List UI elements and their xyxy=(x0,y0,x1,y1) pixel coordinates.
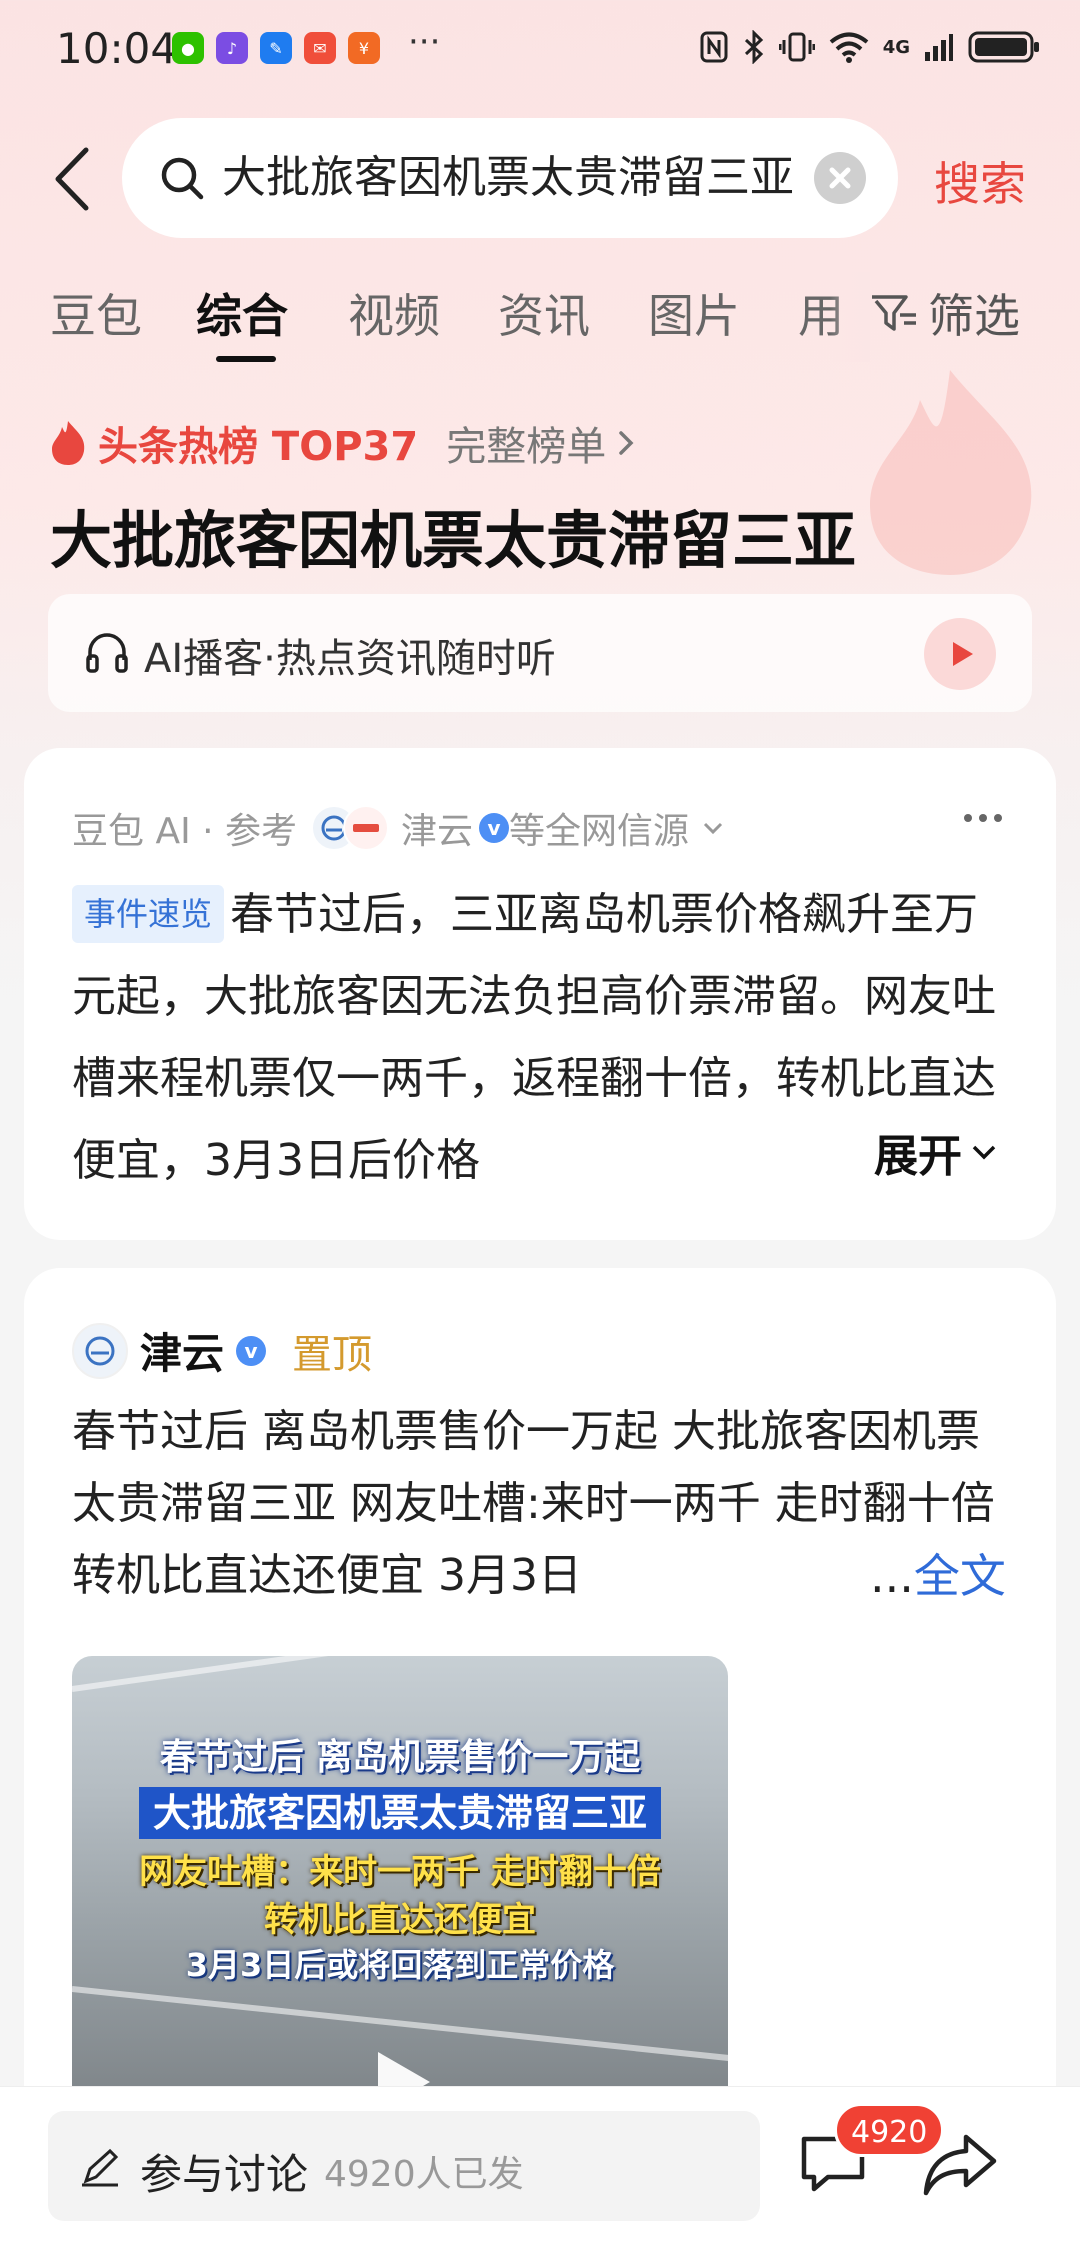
back-button[interactable] xyxy=(50,146,94,212)
podcast-label: AI播客·热点资讯随时听 xyxy=(144,636,556,682)
ai-podcast-bar[interactable]: AI播客·热点资讯随时听 xyxy=(48,594,1032,712)
share-icon[interactable] xyxy=(922,2131,998,2197)
ai-summary-card: 豆包 AI · 参考 津云 v 等全网信源 事件速览 春节过后，三亚离岛机票价格飙… xyxy=(24,748,1056,1240)
author-row[interactable]: 津云 v 置顶 xyxy=(72,1320,372,1381)
status-bar: 10:04 ● ♪ ✎ ✉ ¥ ··· 4G xyxy=(0,0,1080,100)
expand-fade xyxy=(744,1138,884,1218)
dot xyxy=(979,814,987,822)
chevron-right-icon xyxy=(619,431,634,455)
source-row[interactable]: 豆包 AI · 参考 津云 v 等全网信源 xyxy=(72,802,725,854)
filter-button[interactable]: 筛选 xyxy=(870,280,1020,346)
category-tabs: 豆包 综合 视频 资讯 图片 用 筛选 xyxy=(0,272,1080,368)
chevron-down-icon xyxy=(972,1145,996,1160)
news-logo-icon xyxy=(343,805,390,851)
tab-news[interactable]: 资讯 xyxy=(498,280,590,346)
video-caption-1: 春节过后 离岛机票售价一万起 xyxy=(159,1737,641,1778)
beam xyxy=(72,1656,728,1692)
filter-label: 筛选 xyxy=(928,289,1020,343)
bank-icon: ¥ xyxy=(348,32,380,64)
verified-icon: v xyxy=(479,813,510,843)
expand-button[interactable]: 展开 xyxy=(864,1120,998,1184)
full-list-link[interactable]: 完整榜单 xyxy=(446,414,606,472)
search-bar[interactable] xyxy=(122,118,898,238)
network-type: 4G xyxy=(882,36,910,58)
tab-video[interactable]: 视频 xyxy=(348,280,440,346)
tab-doubao[interactable]: 豆包 xyxy=(50,280,142,346)
music-icon: ♪ xyxy=(216,32,248,64)
status-more: ··· xyxy=(408,22,441,62)
clear-search-button[interactable] xyxy=(814,152,866,204)
notes-icon: ✎ xyxy=(260,32,292,64)
hot-list-row[interactable]: 头条热榜 TOP37 完整榜单 xyxy=(48,414,636,472)
battery-icon xyxy=(968,31,1039,63)
vibrate-icon xyxy=(778,32,815,62)
video-thumbnail[interactable]: 春节过后 离岛机票售价一万起 大批旅客因机票太贵滞留三亚 网友吐槽：来时一两千 … xyxy=(72,1656,728,2116)
ellipsis: ... xyxy=(870,1549,914,1603)
chevron-left-icon xyxy=(55,147,89,211)
bottom-bar: 参与讨论 4920人已发 4920 xyxy=(0,2086,1080,2244)
jinyun-logo-icon xyxy=(85,1336,115,1365)
close-icon xyxy=(829,167,851,189)
pinned-badge: 置顶 xyxy=(292,1331,373,1378)
full-text-label: 全文 xyxy=(913,1549,1006,1603)
wechat-icon: ● xyxy=(172,32,204,64)
video-caption-2: 大批旅客因机票太贵滞留三亚 xyxy=(72,1782,728,1839)
search-submit-button[interactable]: 搜索 xyxy=(934,148,1026,214)
status-app-icons: ● ♪ ✎ ✉ ¥ xyxy=(172,32,380,64)
expand-label: 展开 xyxy=(874,1131,962,1182)
more-options-button[interactable] xyxy=(964,814,1002,822)
search-input[interactable] xyxy=(222,148,804,208)
video-caption-5: 3月3日后或将回落到正常价格 xyxy=(185,1946,615,1984)
source-suffix: 等全网信源 xyxy=(509,811,690,852)
avatar[interactable] xyxy=(72,1322,128,1379)
filter-icon xyxy=(872,295,916,331)
author-name[interactable]: 津云 xyxy=(140,1320,224,1381)
active-tab-indicator xyxy=(216,356,276,362)
bluetooth-icon xyxy=(744,30,763,64)
mail-icon: ✉ xyxy=(304,32,336,64)
verified-icon: v xyxy=(236,1335,267,1366)
signal-icon xyxy=(925,34,953,61)
video-caption-3: 网友吐槽：来时一两千 走时翻十倍 xyxy=(139,1852,661,1892)
chevron-down-icon xyxy=(704,822,723,835)
hot-rank-label: 头条热榜 TOP37 xyxy=(98,424,419,470)
source-name: 津云 xyxy=(401,811,474,852)
headphones-icon xyxy=(86,633,128,673)
podcast-play-button[interactable] xyxy=(924,618,996,690)
wifi-icon xyxy=(829,32,868,63)
play-icon xyxy=(953,642,973,666)
discuss-input[interactable]: 参与讨论 4920人已发 xyxy=(48,2111,760,2221)
search-icon xyxy=(161,157,204,200)
discuss-count: 4920人已发 xyxy=(324,2154,524,2195)
video-caption-2-text: 大批旅客因机票太贵滞留三亚 xyxy=(138,1787,661,1839)
video-caption-4: 转机比直达还便宜 xyxy=(264,1900,536,1940)
tab-fade xyxy=(830,272,870,362)
pen-icon xyxy=(82,2148,119,2187)
full-text-link[interactable]: ...全文 xyxy=(864,1540,1006,1606)
discuss-label: 参与讨论 xyxy=(140,2150,309,2199)
tab-images[interactable]: 图片 xyxy=(648,280,740,346)
status-time: 10:04 xyxy=(56,24,178,73)
hot-topic-title: 大批旅客因机票太贵滞留三亚 xyxy=(50,504,857,577)
flame-icon xyxy=(52,421,85,465)
source-prefix: 豆包 AI · 参考 xyxy=(72,811,298,852)
nfc-icon xyxy=(700,31,728,63)
status-indicators: 4G xyxy=(699,30,1040,64)
dot xyxy=(964,814,972,822)
dot xyxy=(994,814,1002,822)
event-tag: 事件速览 xyxy=(72,885,225,943)
tab-general[interactable]: 综合 xyxy=(196,280,288,346)
flame-watermark-icon xyxy=(870,370,1032,575)
